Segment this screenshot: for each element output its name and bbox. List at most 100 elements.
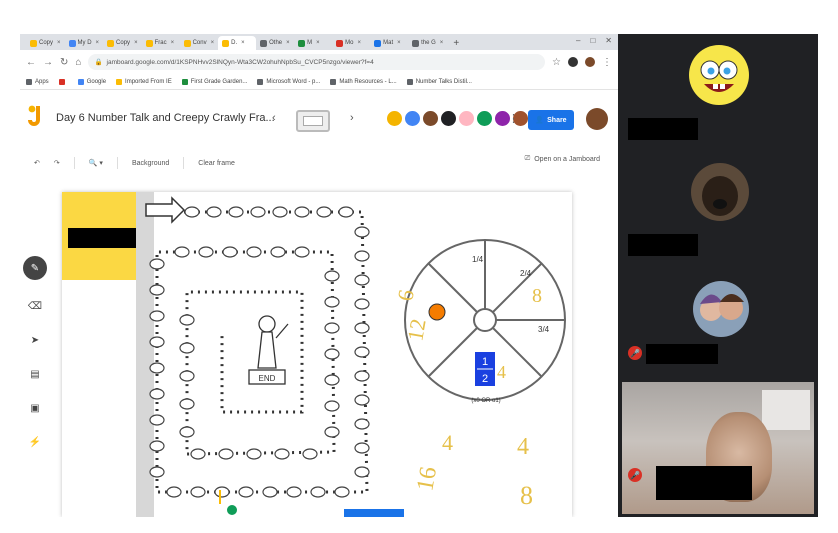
bookmark-item[interactable] [58, 78, 68, 85]
undo-icon[interactable]: ↶ [34, 159, 40, 167]
new-tab-button[interactable]: + [447, 36, 465, 50]
browser-tab[interactable]: D. × [218, 36, 257, 50]
close-tab-icon[interactable]: × [211, 40, 215, 46]
browser-tab[interactable]: Mat × [370, 36, 408, 50]
image-tool-icon[interactable]: ▣ [27, 400, 43, 416]
meet-participants-panel: 🎤 🎤 [618, 34, 818, 517]
close-tab-icon[interactable]: × [96, 40, 100, 46]
browser-tab[interactable]: Frac × [142, 36, 180, 50]
jamboard-logo-icon [28, 105, 40, 126]
tab-label: My D [77, 40, 92, 46]
close-tab-icon[interactable]: × [397, 40, 401, 46]
collaborator-avatar[interactable] [458, 110, 475, 127]
bookmark-item[interactable]: First Grade Garden... [181, 78, 248, 85]
collaborator-avatar[interactable] [476, 110, 493, 127]
divider [73, 157, 75, 169]
caterpillar-space [238, 486, 254, 498]
close-tab-icon[interactable]: × [171, 40, 175, 46]
caterpillar-space [316, 206, 332, 218]
browser-tab[interactable]: M × [294, 36, 332, 50]
close-tab-icon[interactable]: × [286, 40, 290, 46]
account-avatar[interactable] [586, 108, 608, 130]
address-bar[interactable]: 🔒 jamboard.google.com/d/1KSPNHvv2SlNQyn-… [88, 54, 546, 70]
tab-favicon-icon [260, 39, 268, 47]
bookmark-label: First Grade Garden... [190, 78, 248, 85]
profile-avatar[interactable] [585, 57, 595, 67]
browser-tab[interactable]: My D × [65, 36, 104, 50]
pen-tool-icon[interactable]: ✎ [23, 256, 47, 280]
next-frame-button[interactable]: › [350, 112, 354, 124]
caterpillar-space [354, 322, 370, 334]
jam-title[interactable]: Day 6 Number Talk and Creepy Crawly Fra.… [56, 112, 275, 124]
caterpillar-space [310, 486, 326, 498]
redo-icon[interactable]: ↷ [54, 159, 60, 167]
browser-menu-icon[interactable]: ⋮ [602, 57, 612, 68]
participant-tile[interactable] [622, 34, 814, 140]
jam-canvas[interactable]: END 1/4 2/4 3/4 (x0 OR o1) 1 2 6 12 4 8 … [62, 192, 572, 517]
maximize-button[interactable]: □ [590, 36, 595, 45]
back-icon[interactable]: ← [26, 57, 36, 68]
bookmark-item[interactable]: Math Resources - L... [330, 78, 397, 85]
bookmark-favicon-icon [330, 78, 337, 85]
selection-handle[interactable] [344, 509, 404, 517]
collaborator-avatar[interactable] [404, 110, 421, 127]
close-tab-icon[interactable]: × [57, 40, 61, 46]
extension-icon[interactable] [568, 57, 578, 67]
bookmark-label: Number Talks Distil... [415, 78, 472, 85]
reload-icon[interactable]: ↻ [60, 57, 68, 68]
divider [116, 157, 118, 169]
browser-tab[interactable]: Copy × [103, 36, 142, 50]
participant-tile[interactable]: 🎤 [622, 274, 814, 374]
redacted-name [656, 466, 752, 500]
bookmark-item[interactable]: Apps [26, 78, 49, 85]
divider [183, 157, 185, 169]
home-icon[interactable]: ⌂ [75, 57, 81, 68]
eraser-tool-icon[interactable]: ⌫ [27, 298, 43, 314]
caterpillar-space [179, 426, 195, 438]
close-window-button[interactable]: ✕ [605, 36, 612, 45]
close-tab-icon[interactable]: × [357, 40, 361, 46]
select-tool-icon[interactable]: ➤ [27, 332, 43, 348]
frame-bar-button[interactable] [296, 110, 330, 132]
caterpillar-space [149, 336, 165, 348]
collaborator-avatar[interactable] [386, 110, 403, 127]
minimize-button[interactable]: – [576, 36, 580, 45]
browser-tab[interactable]: Mo × [332, 36, 370, 50]
collaborator-avatar[interactable] [440, 110, 457, 127]
browser-tab[interactable]: the G × [408, 36, 447, 50]
browser-tab[interactable]: Conv × [180, 36, 219, 50]
bookmark-label: Imported From IE [125, 78, 172, 85]
close-tab-icon[interactable]: × [134, 40, 138, 46]
close-tab-icon[interactable]: × [316, 40, 320, 46]
collaborator-avatar[interactable] [422, 110, 439, 127]
bookmark-item[interactable]: Microsoft Word - p... [257, 78, 320, 85]
end-label: END [259, 374, 276, 383]
forward-icon[interactable]: → [43, 57, 53, 68]
bookmark-label: Google [86, 78, 107, 85]
browser-tab[interactable]: Copy × [26, 36, 65, 50]
bookmark-item[interactable]: Number Talks Distil... [406, 78, 472, 85]
zoom-icon[interactable]: 🔍 ▾ [89, 159, 103, 167]
share-button[interactable]: 👤 Share [528, 110, 574, 130]
caterpillar-space [190, 486, 206, 498]
bookmark-item[interactable]: Google [77, 78, 107, 85]
sticky-note-tool-icon[interactable]: ▤ [27, 366, 43, 382]
previous-frame-button[interactable]: ‹ [272, 112, 276, 124]
bookmark-favicon-icon [26, 78, 32, 85]
more-options-icon[interactable]: ⋮ [508, 112, 519, 125]
caterpillar-space [272, 206, 288, 218]
caterpillar-space [338, 206, 354, 218]
bookmark-star-icon[interactable]: ☆ [552, 57, 561, 68]
participant-video-tile[interactable]: 🎤 [622, 382, 814, 514]
participant-tile[interactable] [622, 152, 814, 256]
bookmark-item[interactable]: Imported From IE [116, 78, 172, 85]
clear-frame-button[interactable]: Clear frame [198, 160, 235, 167]
laser-tool-icon[interactable]: ⚡ [27, 434, 43, 450]
close-tab-icon[interactable]: × [440, 40, 444, 46]
open-on-jamboard-button[interactable]: ⎚ Open on a Jamboard [525, 155, 600, 163]
caterpillar-space [354, 442, 370, 454]
close-tab-icon[interactable]: × [241, 40, 245, 46]
bookmark-favicon-icon [58, 78, 65, 85]
background-button[interactable]: Background [132, 160, 169, 167]
browser-tab[interactable]: Othe × [256, 36, 294, 50]
